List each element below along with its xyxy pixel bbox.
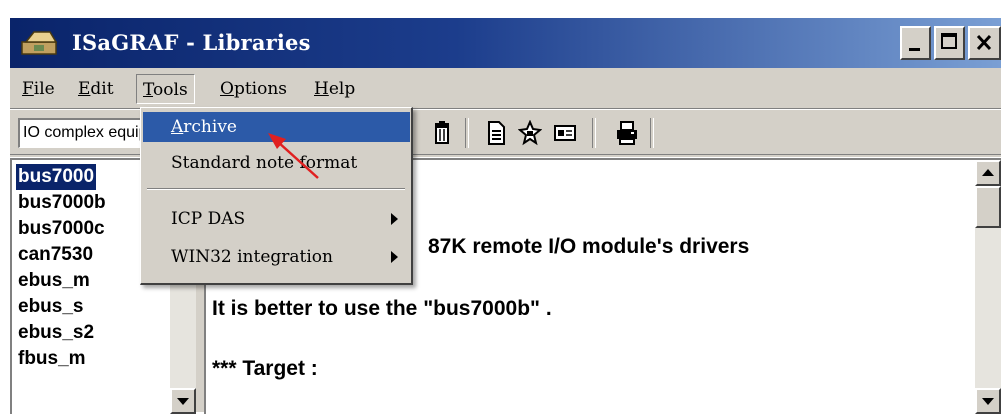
menu-tools[interactable]: Tools (136, 74, 195, 104)
note-scrollbar[interactable] (975, 160, 1001, 414)
menu-help-mnemonic: H (314, 79, 329, 99)
menu-options-label: ptions (233, 79, 287, 99)
scroll-up-button[interactable] (975, 160, 1001, 186)
submenu-arrow-icon (391, 213, 398, 225)
delete-icon[interactable] (430, 120, 454, 146)
toolbar-divider (465, 118, 469, 148)
note-icon[interactable] (484, 120, 508, 146)
menu-item-icp-das-label: ICP DAS (171, 209, 246, 229)
menu-separator (147, 188, 405, 190)
arrow-down-icon (982, 398, 994, 405)
compile-icon[interactable] (518, 120, 542, 146)
menu-item-archive-label: rchive (183, 117, 237, 137)
isagraf-app-icon[interactable] (20, 28, 60, 58)
menu-help-label: elp (328, 79, 356, 99)
scroll-down-button[interactable] (170, 388, 196, 414)
title-bar[interactable]: ISaGRAF - Libraries (10, 18, 1001, 68)
note-line: It is better to use the "bus7000b" . (212, 297, 552, 320)
submenu-arrow-icon (391, 251, 398, 263)
menu-file[interactable]: File (16, 74, 61, 104)
scroll-down-button[interactable] (975, 388, 1001, 414)
maximize-button[interactable] (934, 26, 965, 60)
window-title: ISaGRAF - Libraries (72, 30, 311, 55)
menu-item-standard-note-format[interactable]: Standard note format (143, 148, 410, 178)
menu-options-mnemonic: O (220, 79, 234, 99)
list-item[interactable]: bus7000c (16, 216, 107, 242)
toolbar-divider (592, 118, 596, 148)
print-icon[interactable] (615, 120, 639, 146)
list-item[interactable]: fbus_m (16, 346, 88, 372)
properties-icon[interactable] (553, 120, 577, 146)
minimize-icon (909, 48, 920, 51)
menu-file-label: ile (33, 79, 55, 99)
close-button[interactable] (968, 26, 1001, 60)
note-line: 87K remote I/O module's drivers (428, 235, 750, 258)
menu-tools-mnemonic: T (143, 80, 154, 100)
menu-item-win32-integration-label: WIN32 integration (171, 247, 333, 267)
menu-item-icp-das[interactable]: ICP DAS (143, 204, 410, 234)
arrow-up-icon (982, 169, 994, 176)
list-item[interactable]: ebus_m (16, 268, 92, 294)
menu-bar: File Edit Tools Options Help (10, 70, 1001, 108)
list-item[interactable]: ebus_s (16, 294, 85, 320)
menu-edit-mnemonic: E (78, 79, 91, 99)
list-item[interactable]: bus7000 (16, 164, 97, 190)
menu-edit-label: dit (90, 79, 114, 99)
menu-item-archive-mnemonic: A (171, 117, 184, 137)
tools-menu-dropdown: Archive Standard note format ICP DAS WIN… (140, 107, 413, 285)
maximize-icon (941, 33, 957, 49)
minimize-button[interactable] (900, 26, 931, 60)
list-item[interactable]: can7530 (16, 242, 95, 268)
library-group-combo[interactable]: IO complex equipments (18, 118, 148, 148)
menu-tools-label: ools (153, 80, 188, 100)
list-item[interactable]: ebus_s2 (16, 320, 96, 346)
close-icon (976, 34, 992, 51)
menu-item-win32-integration[interactable]: WIN32 integration (143, 242, 410, 272)
menu-item-archive[interactable]: Archive (143, 112, 410, 142)
menu-help[interactable]: Help (308, 74, 361, 104)
list-item[interactable]: bus7000b (16, 190, 108, 216)
toolbar-divider (650, 118, 654, 148)
scrollbar-thumb[interactable] (975, 186, 1001, 228)
menu-edit[interactable]: Edit (72, 74, 120, 104)
arrow-down-icon (177, 398, 189, 405)
note-line: *** Target : (212, 357, 318, 380)
menu-file-mnemonic: F (22, 79, 34, 99)
menu-options[interactable]: Options (214, 74, 293, 104)
